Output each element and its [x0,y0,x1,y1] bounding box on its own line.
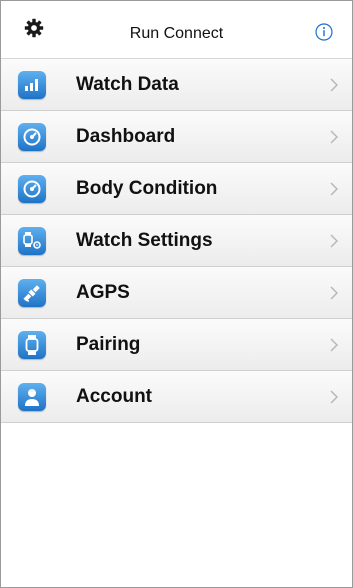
info-icon [315,23,333,41]
menu-item-watch-settings[interactable]: Watch Settings [1,215,352,267]
menu-item-account[interactable]: Account [1,371,352,423]
menu-item-dashboard[interactable]: Dashboard [1,111,352,163]
gauge-icon [18,174,46,203]
settings-button[interactable] [21,15,47,41]
nav-bar: Run Connect [1,1,352,59]
gauge-icon [18,122,46,151]
menu-item-body-condition[interactable]: Body Condition [1,163,352,215]
watch-gear-icon [18,226,46,255]
gear-icon [24,18,44,38]
person-icon [18,382,46,411]
satellite-icon [18,278,46,307]
main-menu: Watch Data Dashboard Body Condition Watc… [1,59,352,423]
chevron-right-icon [330,286,338,299]
chevron-right-icon [330,338,338,351]
menu-item-label: Body Condition [76,177,218,199]
menu-item-label: Watch Data [76,73,179,95]
menu-item-pairing[interactable]: Pairing [1,319,352,371]
bar-chart-icon [18,70,46,99]
menu-item-label: Account [76,385,152,407]
chevron-right-icon [330,130,338,143]
menu-item-label: AGPS [76,281,130,303]
app-screen: Run Connect Watch Data Dashboard Body Co… [0,0,353,588]
menu-item-label: Watch Settings [76,229,213,251]
menu-item-agps[interactable]: AGPS [1,267,352,319]
page-title: Run Connect [129,25,224,42]
watch-icon [18,330,46,359]
chevron-right-icon [330,390,338,403]
menu-item-label: Dashboard [76,125,176,147]
chevron-right-icon [330,182,338,195]
chevron-right-icon [330,78,338,91]
info-button[interactable] [314,22,334,42]
chevron-right-icon [330,234,338,247]
menu-item-label: Pairing [76,333,141,355]
menu-item-watch-data[interactable]: Watch Data [1,59,352,111]
